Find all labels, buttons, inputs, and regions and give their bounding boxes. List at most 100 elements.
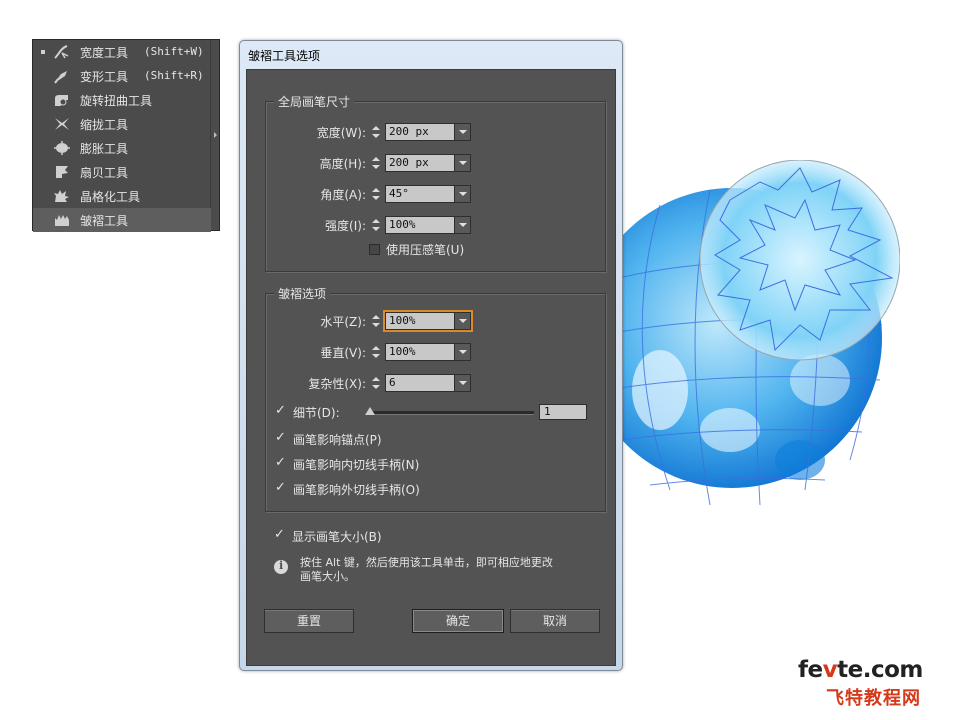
vertical-stepper[interactable] (369, 343, 383, 361)
height-label: 高度(H): (319, 157, 366, 171)
horizontal-label: 水平(Z): (320, 315, 366, 329)
tool-item-wrinkle[interactable]: 皱褶工具 (33, 208, 211, 232)
tool-item-twirl[interactable]: 旋转扭曲工具 (33, 88, 211, 112)
tool-name: 旋转扭曲工具 (80, 94, 153, 108)
angle-combo[interactable]: 45° (385, 185, 471, 203)
out-handles-checkbox[interactable] (275, 480, 287, 495)
brush-size-circle (699, 160, 900, 361)
detail-value-field[interactable]: 1 (539, 404, 587, 420)
info-line-2: 画笔大小。 (300, 570, 355, 583)
tool-item-scallop[interactable]: 扇贝工具 (33, 160, 211, 184)
wrinkle-tool-icon (55, 215, 69, 226)
horizontal-stepper[interactable] (369, 312, 383, 330)
scallop-tool-icon (56, 166, 68, 178)
tool-shortcut: (Shift+W) (144, 45, 204, 58)
anchor-checkbox[interactable] (275, 430, 287, 445)
info-icon (274, 559, 288, 574)
watermark-part2: te.com (837, 657, 923, 683)
dialog-body: 全局画笔尺寸 宽度(W): 200 px 高度(H): 200 px 角度(A)… (246, 69, 616, 666)
flyout-arrow-icon[interactable] (214, 132, 217, 138)
vertical-value[interactable]: 100% (389, 345, 416, 358)
tool-name: 皱褶工具 (80, 214, 129, 228)
chevron-down-icon[interactable] (454, 186, 470, 202)
group-title: 全局画笔尺寸 (274, 93, 355, 110)
globe-illustration (600, 160, 900, 506)
crystallize-tool-icon (54, 190, 69, 202)
height-value[interactable]: 200 px (389, 156, 429, 169)
width-value[interactable]: 200 px (389, 125, 429, 138)
warp-tool-icon (54, 71, 67, 84)
info-text: 按住 Alt 键，然后使用该工具单击，即可相应地更改 画笔大小。 (300, 556, 600, 584)
show-brush-size-label[interactable]: 显示画笔大小(B) (292, 528, 382, 545)
reset-button[interactable]: 重置 (264, 609, 354, 633)
tool-name: 膨胀工具 (80, 142, 129, 156)
watermark-cn: 飞特教程网 (826, 688, 921, 709)
detail-slider-thumb[interactable] (365, 407, 375, 415)
tool-item-warp[interactable]: 变形工具 (Shift+R) (33, 64, 211, 88)
tool-item-pucker[interactable]: 缩拢工具 (33, 112, 211, 136)
detail-label[interactable]: 细节(D): (293, 404, 340, 421)
wrinkle-tool-options-dialog: 皱褶工具选项 全局画笔尺寸 宽度(W): 200 px 高度(H): 200 p… (239, 40, 623, 671)
intensity-label: 强度(I): (325, 219, 366, 233)
horizontal-value[interactable]: 100% (389, 314, 416, 327)
tool-name: 宽度工具 (80, 46, 129, 60)
tool-name: 缩拢工具 (80, 118, 129, 132)
complexity-combo[interactable]: 6 (385, 374, 471, 392)
cancel-button[interactable]: 取消 (510, 609, 600, 633)
bloat-tool-icon (54, 141, 70, 155)
anchor-label[interactable]: 画笔影响锚点(P) (293, 431, 382, 448)
width-combo[interactable]: 200 px (385, 123, 471, 141)
tool-name: 扇贝工具 (80, 166, 129, 180)
angle-label: 角度(A): (320, 188, 366, 202)
wrinkle-options-group: 皱褶选项 水平(Z): 100% 垂直(V): 100% 复杂性(X): 6 细… (265, 285, 606, 512)
in-handles-label[interactable]: 画笔影响内切线手柄(N) (293, 456, 419, 473)
group-title: 皱褶选项 (274, 285, 331, 302)
tool-item-bloat[interactable]: 膨胀工具 (33, 136, 211, 160)
out-handles-label[interactable]: 画笔影响外切线手柄(O) (293, 481, 420, 498)
horizontal-combo[interactable]: 100% (385, 312, 471, 330)
chevron-down-icon[interactable] (454, 313, 470, 329)
width-stepper[interactable] (369, 123, 383, 141)
angle-value[interactable]: 45° (389, 187, 409, 200)
current-tool-marker (41, 50, 45, 54)
intensity-value[interactable]: 100% (389, 218, 416, 231)
height-stepper[interactable] (369, 154, 383, 172)
complexity-stepper[interactable] (369, 374, 383, 392)
intensity-stepper[interactable] (369, 216, 383, 234)
vertical-combo[interactable]: 100% (385, 343, 471, 361)
complexity-value[interactable]: 6 (389, 376, 396, 389)
pucker-tool-icon (55, 118, 69, 130)
tool-shortcut: (Shift+R) (144, 69, 204, 82)
pressure-pen-checkbox[interactable] (369, 244, 380, 255)
vertical-label: 垂直(V): (320, 346, 366, 360)
width-tool-icon (54, 45, 69, 59)
pressure-pen-label[interactable]: 使用压感笔(U) (386, 241, 464, 258)
chevron-down-icon[interactable] (454, 344, 470, 360)
tool-item-crystallize[interactable]: 晶格化工具 (33, 184, 211, 208)
watermark-part1: fe (798, 657, 823, 683)
show-brush-size-checkbox[interactable] (274, 527, 286, 542)
ok-button[interactable]: 确定 (412, 609, 504, 633)
intensity-combo[interactable]: 100% (385, 216, 471, 234)
height-combo[interactable]: 200 px (385, 154, 471, 172)
watermark-logo: fevte.com (798, 657, 923, 683)
angle-stepper[interactable] (369, 185, 383, 203)
global-brush-group: 全局画笔尺寸 宽度(W): 200 px 高度(H): 200 px 角度(A)… (265, 93, 606, 272)
detail-value[interactable]: 1 (544, 405, 551, 418)
tool-item-width[interactable]: 宽度工具 (Shift+W) (33, 40, 211, 64)
tool-name: 变形工具 (80, 70, 129, 84)
info-line-1: 按住 Alt 键，然后使用该工具单击，即可相应地更改 (300, 556, 553, 569)
detail-slider-track[interactable] (370, 411, 534, 415)
complexity-label: 复杂性(X): (308, 377, 366, 391)
tool-flyout-panel: 宽度工具 (Shift+W) 变形工具 (Shift+R) 旋转扭曲工具 缩拢工… (32, 39, 220, 232)
chevron-down-icon[interactable] (454, 124, 470, 140)
watermark-accent: v (822, 657, 838, 683)
twirl-tool-icon (55, 95, 68, 106)
width-label: 宽度(W): (316, 126, 366, 140)
detail-checkbox[interactable] (275, 403, 287, 418)
tool-name: 晶格化工具 (80, 190, 141, 204)
chevron-down-icon[interactable] (454, 375, 470, 391)
chevron-down-icon[interactable] (454, 217, 470, 233)
in-handles-checkbox[interactable] (275, 455, 287, 470)
chevron-down-icon[interactable] (454, 155, 470, 171)
